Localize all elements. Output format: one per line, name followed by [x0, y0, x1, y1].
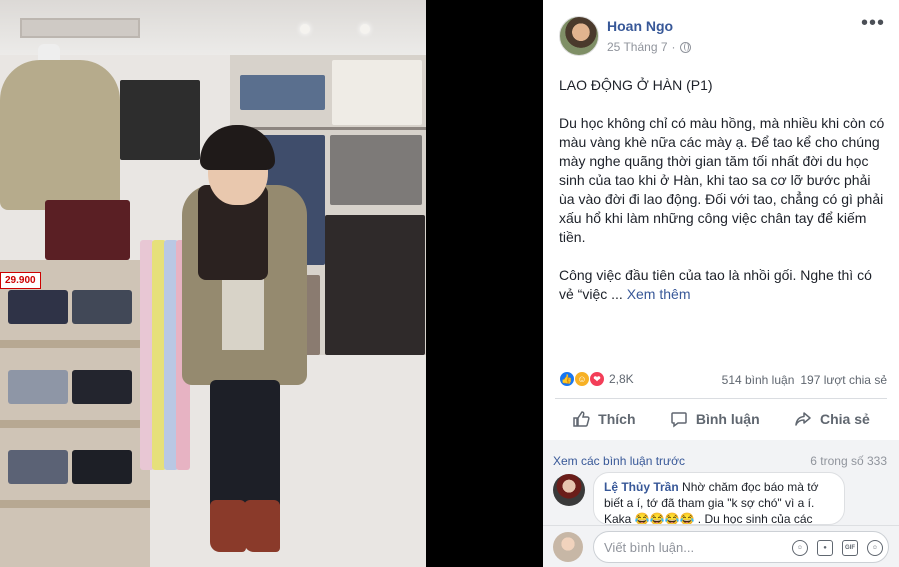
- thumbs-up-icon: [573, 411, 590, 427]
- more-options-button[interactable]: •••: [861, 12, 885, 35]
- post-text: LAO ĐỘNG Ở HÀN (P1) Du học không chỉ có …: [559, 76, 889, 323]
- comment-button[interactable]: Bình luận: [670, 410, 760, 428]
- reaction-count: 2,8K: [609, 372, 634, 386]
- meta-separator: ·: [671, 40, 676, 54]
- post-date[interactable]: 25 Tháng 7: [607, 40, 668, 54]
- comment-bubble: Lệ Thủy Trần Nhờ chăm đọc báo mà tớ biết…: [593, 472, 845, 525]
- sticker-icon[interactable]: ☺: [867, 540, 883, 556]
- current-user-avatar: [553, 532, 583, 562]
- display-table: [0, 260, 150, 567]
- comment-icon: [671, 412, 687, 428]
- coat-rack: [325, 215, 425, 355]
- commenter-name[interactable]: Lệ Thủy Trần: [604, 480, 679, 494]
- shirt-stack: [8, 450, 68, 484]
- shirt-stack: [72, 290, 132, 324]
- shirt-stack: [72, 370, 132, 404]
- ceiling-light: [360, 24, 370, 34]
- jacket-display: [240, 75, 325, 110]
- folded-stack: [330, 135, 422, 205]
- bag-display: [120, 80, 200, 160]
- post-panel: Hoan Ngo 25 Tháng 7 · ••• LAO ĐỘNG Ở HÀN…: [543, 0, 899, 567]
- commenter-avatar[interactable]: [553, 474, 585, 506]
- shelf-rail: [230, 127, 426, 130]
- comment-composer: ☺ ● GIF ☺: [543, 525, 899, 567]
- love-icon: ❤: [589, 371, 605, 387]
- poster: [332, 60, 422, 125]
- shirt-stack: [72, 450, 132, 484]
- reaction-summary[interactable]: 👍 ☺ ❤ 2,8K: [559, 371, 634, 387]
- red-shirt-stack: [45, 200, 130, 260]
- ceiling-light: [300, 24, 310, 34]
- like-icon: 👍: [559, 371, 575, 387]
- author-name[interactable]: Hoan Ngo: [607, 18, 673, 34]
- globe-icon[interactable]: [679, 41, 691, 53]
- table-shelf: [0, 420, 150, 428]
- like-label: Thích: [598, 411, 636, 427]
- table-shelf: [0, 340, 150, 348]
- composer-icons: ☺ ● GIF ☺: [792, 540, 883, 556]
- shirt-stack: [8, 370, 68, 404]
- post-photo[interactable]: 29.900: [0, 0, 426, 567]
- share-count-link[interactable]: 197 lượt chia sẻ: [800, 373, 887, 387]
- post-meta: 25 Tháng 7 ·: [607, 40, 691, 54]
- view-previous-comments-link[interactable]: Xem các bình luận trước: [553, 454, 685, 468]
- post-actions: Thích Bình luận Chia sẻ: [555, 402, 887, 436]
- photo-letterbox: [426, 0, 543, 567]
- post-paragraph: Du học không chỉ có màu hồng, mà nhiều k…: [559, 115, 885, 245]
- share-button[interactable]: Chia sẻ: [794, 410, 870, 428]
- mannequin-sweater: [0, 60, 120, 210]
- gif-icon[interactable]: GIF: [842, 540, 858, 556]
- engagement-counts: 514 bình luận 197 lượt chia sẻ: [722, 373, 887, 387]
- ceiling-vent: [20, 18, 140, 38]
- person-jeans: [210, 380, 280, 510]
- emoji-icon[interactable]: ☺: [792, 540, 808, 556]
- person-boot: [244, 500, 280, 552]
- divider: [555, 398, 887, 399]
- comment-page-count: 6 trong số 333: [810, 454, 887, 468]
- post-title: LAO ĐỘNG Ở HÀN (P1): [559, 77, 713, 93]
- post-paragraph-text: Công việc đầu tiên của tao là nhồi gối. …: [559, 267, 872, 302]
- like-button[interactable]: Thích: [572, 410, 636, 428]
- camera-icon[interactable]: ●: [817, 540, 833, 556]
- comment-label: Bình luận: [695, 411, 760, 427]
- see-more-link[interactable]: Xem thêm: [627, 286, 691, 302]
- table-shelf: [0, 500, 150, 508]
- comment-count-link[interactable]: 514 bình luận: [722, 373, 795, 387]
- share-label: Chia sẻ: [819, 411, 870, 427]
- post-paragraph: Công việc đầu tiên của tao là nhồi gối. …: [559, 266, 889, 304]
- haha-icon: ☺: [574, 371, 590, 387]
- comments-section: Xem các bình luận trước 6 trong số 333 L…: [543, 440, 899, 567]
- shirt-stack: [8, 290, 68, 324]
- person-boot: [210, 500, 246, 552]
- price-tag: 29.900: [0, 272, 41, 289]
- share-icon: [795, 412, 811, 426]
- author-avatar[interactable]: [559, 16, 599, 56]
